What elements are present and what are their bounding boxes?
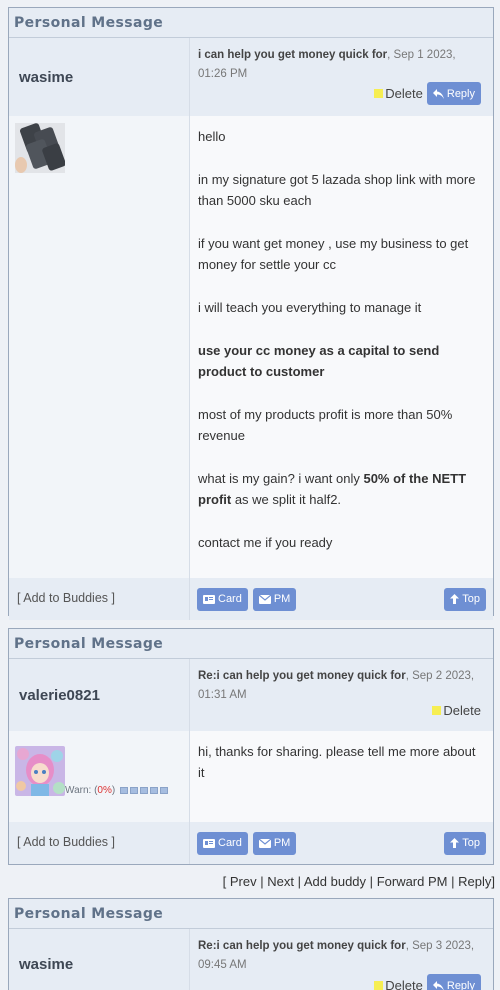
message-subject-line: Re:i can help you get money quick for, S…: [198, 937, 485, 975]
delete-button[interactable]: Delete: [432, 703, 481, 718]
message-body: hello in my signature got 5 lazada shop …: [190, 116, 493, 578]
author-username[interactable]: wasime: [19, 956, 73, 973]
avatar: [15, 746, 65, 796]
author-info: Warn: (0%): [9, 731, 190, 822]
delete-marker-icon: [432, 706, 442, 715]
delete-button[interactable]: Delete: [374, 86, 423, 101]
message-paragraph: contact me if you ready: [198, 535, 333, 550]
pm-button[interactable]: PM: [252, 587, 297, 611]
card-button[interactable]: Card: [197, 831, 248, 855]
message-subject-line: i can help you get money quick for, Sep …: [198, 46, 485, 84]
message-subject: i can help you get money quick for: [198, 49, 388, 61]
warn-level-bar: [120, 786, 168, 794]
add-to-buddies-link[interactable]: [ Add to Buddies ]: [9, 822, 190, 864]
message-body: hi, thanks for sharing. please tell me m…: [190, 731, 493, 822]
envelope-icon: [258, 594, 271, 604]
top-button[interactable]: Top: [444, 587, 486, 611]
panel-title: Personal Message: [9, 8, 493, 38]
reply-button[interactable]: Reply: [426, 974, 481, 990]
author-info: [9, 116, 190, 578]
pm-button[interactable]: PM: [252, 831, 297, 855]
message-paragraph: hi, thanks for sharing. please tell me m…: [198, 744, 476, 780]
reply-icon: [432, 88, 444, 99]
card-button[interactable]: Card: [197, 587, 248, 611]
id-card-icon: [203, 838, 215, 848]
message-paragraph: what is my gain? i want only 50% of the …: [198, 471, 467, 507]
author-username[interactable]: wasime: [19, 69, 73, 86]
message-meta: i can help you get money quick for, Sep …: [190, 38, 493, 116]
message-panel-1: Personal Message wasime i can help you g…: [8, 7, 494, 620]
arrow-up-icon: [450, 838, 460, 848]
warn-level: Warn: (0%): [65, 785, 168, 796]
delete-marker-icon: [374, 981, 384, 990]
reply-icon: [432, 980, 444, 990]
delete-button[interactable]: Delete: [374, 978, 423, 990]
avatar: [15, 123, 65, 173]
message-subject: Re:i can help you get money quick for: [198, 940, 406, 952]
delete-marker-icon: [374, 89, 384, 98]
message-paragraph: if you want get money , use my business …: [198, 236, 469, 272]
reply-link[interactable]: Reply: [458, 874, 491, 889]
reply-button[interactable]: Reply: [426, 82, 481, 105]
message-paragraph: hello: [198, 129, 226, 144]
author-cell: wasime: [9, 38, 190, 116]
panel-title: Personal Message: [9, 899, 493, 929]
message-panel-2: Personal Message valerie0821 Re:i can he…: [8, 628, 494, 865]
message-meta: Re:i can help you get money quick for, S…: [190, 659, 493, 731]
panel-title: Personal Message: [9, 629, 493, 659]
add-buddy-link[interactable]: Add buddy: [304, 874, 366, 889]
message-meta: Re:i can help you get money quick for, S…: [190, 929, 493, 990]
arrow-up-icon: [450, 594, 460, 604]
message-subject: Re:i can help you get money quick for: [198, 670, 406, 682]
author-cell: valerie0821: [9, 659, 190, 731]
message-paragraph: i will teach you everything to manage it: [198, 300, 422, 315]
message-subject-line: Re:i can help you get money quick for, S…: [198, 667, 485, 705]
author-cell: wasime: [9, 929, 190, 990]
add-to-buddies-link[interactable]: [ Add to Buddies ]: [9, 578, 190, 620]
envelope-icon: [258, 838, 271, 848]
forward-pm-link[interactable]: Forward PM: [377, 874, 448, 889]
message-paragraph: use your cc money as a capital to send p…: [198, 343, 440, 379]
prev-link[interactable]: Prev: [230, 874, 257, 889]
message-paragraph: in my signature got 5 lazada shop link w…: [198, 172, 476, 208]
message-paragraph: most of my products profit is more than …: [198, 407, 453, 443]
message-panel-3: Personal Message wasime Re:i can help yo…: [8, 898, 494, 990]
author-username[interactable]: valerie0821: [19, 687, 100, 704]
pm-navigation: [ Prev | Next | Add buddy | Forward PM |…: [222, 874, 495, 889]
next-link[interactable]: Next: [267, 874, 294, 889]
top-button[interactable]: Top: [444, 831, 486, 855]
id-card-icon: [203, 594, 215, 604]
